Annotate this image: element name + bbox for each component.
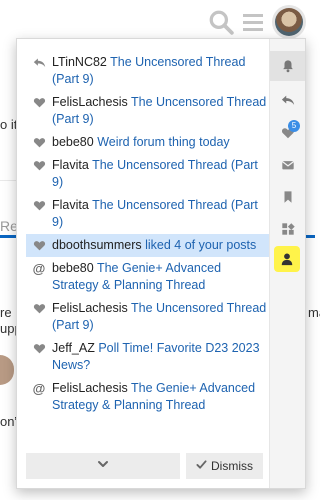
notification-item[interactable]: bebe80 Weird forum thing today — [26, 131, 272, 154]
grid-icon — [281, 222, 295, 236]
rail-envelope-button[interactable] — [270, 150, 305, 180]
dismiss-button[interactable]: Dismiss — [186, 453, 263, 479]
notification-username: Flavita — [52, 198, 89, 212]
profile-icon — [280, 252, 294, 266]
notification-topic-link[interactable]: liked 4 of your posts — [145, 238, 256, 252]
notification-item[interactable]: LTinNC82 The Uncensored Thread (Part 9) — [26, 51, 272, 91]
heart-icon — [30, 134, 48, 151]
notification-username: FelisLachesis — [52, 301, 128, 315]
reply-icon — [30, 54, 48, 71]
notification-username: LTinNC82 — [52, 55, 107, 69]
heart-icon — [30, 94, 48, 111]
notification-item[interactable]: @ bebe80 The Genie+ Advanced Strategy & P… — [26, 257, 272, 297]
notification-item[interactable]: FelisLachesis The Uncensored Thread (Par… — [26, 297, 272, 337]
notifications-list: LTinNC82 The Uncensored Thread (Part 9) F… — [26, 51, 272, 417]
notification-username: Jeff_AZ — [52, 341, 95, 355]
notification-item[interactable]: Jeff_AZ Poll Time! Favorite D23 2023 New… — [26, 337, 272, 377]
notification-item[interactable]: Flavita The Uncensored Thread (Part 9) — [26, 194, 272, 234]
notifications-panel: LTinNC82 The Uncensored Thread (Part 9) F… — [16, 38, 306, 489]
notification-username: dboothsummers — [52, 238, 142, 252]
notification-username: bebe80 — [52, 135, 94, 149]
bell-icon — [281, 59, 295, 73]
notification-username: FelisLachesis — [52, 381, 128, 395]
bg-fragment: o it — [0, 117, 18, 132]
reply-icon — [281, 93, 295, 107]
hamburger-icon[interactable] — [242, 11, 264, 33]
chevron-down-icon — [97, 457, 109, 475]
notification-topic-link[interactable]: Weird forum thing today — [97, 135, 229, 149]
rail-reply-button[interactable] — [270, 85, 305, 115]
notification-text: FelisLachesis The Genie+ Advanced Strate… — [52, 380, 268, 414]
bg-fragment: re — [0, 305, 12, 320]
notification-text: dboothsummers liked 4 of your posts — [52, 237, 268, 254]
notification-text: Jeff_AZ Poll Time! Favorite D23 2023 New… — [52, 340, 268, 374]
notification-item[interactable]: Flavita The Uncensored Thread (Part 9) — [26, 154, 272, 194]
notification-item[interactable]: @ FelisLachesis The Genie+ Advanced Strat… — [26, 377, 272, 417]
notification-item[interactable]: FelisLachesis The Uncensored Thread (Par… — [26, 91, 272, 131]
heart-icon — [30, 340, 48, 357]
show-more-button[interactable] — [26, 453, 180, 479]
notification-item[interactable]: dboothsummers liked 4 of your posts — [26, 234, 272, 257]
rail-bookmark-button[interactable] — [270, 182, 305, 212]
at-icon: @ — [32, 381, 46, 396]
user-menu-rail: 5 — [269, 39, 305, 488]
likes-count-badge: 5 — [288, 120, 300, 132]
at-icon: @ — [32, 261, 46, 276]
notification-username: Flavita — [52, 158, 89, 172]
heart-icon — [30, 197, 48, 214]
notification-text: FelisLachesis The Uncensored Thread (Par… — [52, 94, 268, 128]
avatar-image — [275, 8, 303, 36]
rail-profile-button[interactable] — [274, 246, 300, 272]
notification-text: Flavita The Uncensored Thread (Part 9) — [52, 197, 268, 231]
envelope-icon — [281, 158, 295, 172]
notifications-footer: Dismiss — [26, 453, 272, 479]
search-icon[interactable] — [208, 9, 234, 35]
notification-text: bebe80 Weird forum thing today — [52, 134, 268, 151]
rail-heart-button[interactable]: 5 — [270, 118, 305, 148]
heart-icon — [30, 157, 48, 174]
bookmark-icon — [281, 190, 295, 204]
heart-icon — [30, 237, 48, 254]
check-icon — [196, 459, 211, 473]
bg-avatar — [0, 355, 14, 385]
rail-grid-button[interactable] — [270, 214, 305, 244]
user-avatar[interactable] — [272, 5, 306, 39]
rail-bell-button[interactable] — [270, 51, 305, 81]
notification-username: FelisLachesis — [52, 95, 128, 109]
notification-text: LTinNC82 The Uncensored Thread (Part 9) — [52, 54, 268, 88]
heart-icon — [30, 300, 48, 317]
notification-text: Flavita The Uncensored Thread (Part 9) — [52, 157, 268, 191]
dismiss-label: Dismiss — [211, 459, 253, 473]
notification-username: bebe80 — [52, 261, 94, 275]
bg-fragment: mat — [308, 305, 320, 320]
notification-text: bebe80 The Genie+ Advanced Strategy & Pl… — [52, 260, 268, 294]
notification-text: FelisLachesis The Uncensored Thread (Par… — [52, 300, 268, 334]
